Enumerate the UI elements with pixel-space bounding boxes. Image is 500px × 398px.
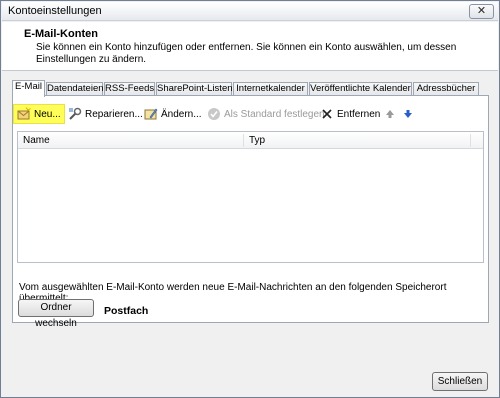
repair-button-label: Reparieren... — [85, 108, 143, 120]
window-close-button[interactable]: ✕ — [469, 4, 494, 19]
email-tab-panel: Neu... Reparieren... Ändern... Als Stand… — [12, 95, 489, 329]
dialog-header: E-Mail-Konten Sie können ein Konto hinzu… — [2, 22, 498, 71]
account-settings-dialog: Kontoeinstellungen ✕ E-Mail-Konten Sie k… — [0, 0, 500, 398]
tab-address-books[interactable]: Adressbücher — [413, 82, 479, 96]
column-divider[interactable] — [243, 134, 244, 147]
column-divider[interactable] — [470, 134, 471, 147]
header-description: Sie können ein Konto hinzufügen oder ent… — [36, 42, 457, 65]
delivery-folder-name: Postfach — [104, 305, 149, 317]
tab-sharepoint-lists[interactable]: SharePoint-Listen — [156, 82, 233, 96]
new-button-label: Neu... — [34, 108, 61, 120]
tab-data-files[interactable]: Datendateien — [46, 82, 104, 96]
header-title: E-Mail-Konten — [24, 28, 98, 40]
remove-x-icon — [320, 107, 334, 121]
change-button-label: Ändern... — [161, 108, 202, 120]
remove-button-label: Entfernen — [337, 108, 381, 120]
tab-email[interactable]: E-Mail — [12, 80, 45, 97]
new-button[interactable]: Neu... — [13, 104, 65, 124]
window-title: Kontoeinstellungen — [8, 5, 102, 17]
set-default-button-label: Als Standard festlegen — [224, 108, 325, 120]
arrow-up-icon — [383, 107, 397, 121]
title-bar: Kontoeinstellungen ✕ — [2, 2, 498, 21]
move-up-button[interactable] — [383, 104, 400, 124]
tab-rss-feeds[interactable]: RSS-Feeds — [104, 82, 155, 96]
column-header-name[interactable]: Name — [23, 135, 50, 146]
change-folder-button[interactable]: Ordner wechseln — [18, 299, 94, 329]
column-header-type[interactable]: Typ — [249, 135, 265, 146]
change-button[interactable]: Ändern... — [144, 104, 202, 124]
checkmark-circle-icon — [207, 107, 221, 121]
account-list[interactable]: Name Typ — [17, 131, 484, 263]
tab-internet-calendars[interactable]: Internetkalender — [233, 82, 308, 96]
set-default-button[interactable]: Als Standard festlegen — [207, 104, 325, 124]
list-header: Name Typ — [18, 132, 483, 149]
arrow-down-icon — [401, 107, 415, 121]
tab-published-calendars[interactable]: Veröffentlichte Kalender — [309, 82, 412, 96]
change-icon — [144, 107, 158, 121]
account-toolbar: Neu... Reparieren... Ändern... Als Stand… — [13, 104, 488, 124]
new-mail-icon — [17, 107, 31, 121]
repair-icon — [68, 107, 82, 121]
move-down-button[interactable] — [401, 104, 418, 124]
remove-button[interactable]: Entfernen — [320, 104, 380, 124]
repair-button[interactable]: Reparieren... — [68, 104, 143, 124]
close-button[interactable]: Schließen — [432, 372, 488, 391]
